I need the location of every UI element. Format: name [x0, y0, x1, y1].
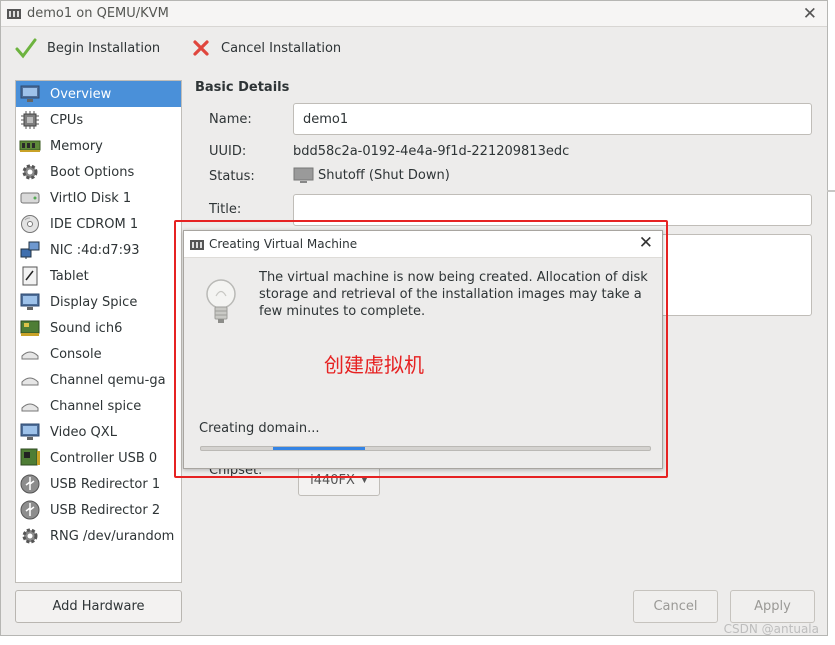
sidebar-item-label: Display Spice	[50, 294, 138, 310]
display-icon	[19, 292, 41, 312]
sidebar-item-label: CPUs	[50, 112, 84, 128]
sidebar-item[interactable]: RNG /dev/urandom	[16, 523, 181, 549]
rng-icon	[19, 526, 41, 546]
sidebar-item-label: Memory	[50, 138, 103, 154]
sidebar-item-label: Overview	[50, 86, 112, 102]
cdrom-icon	[19, 214, 41, 234]
uuid-value: bdd58c2a-0192-4e4a-9f1d-221209813edc	[293, 144, 570, 159]
annotation-highlight-box	[174, 220, 668, 478]
video-icon	[19, 422, 41, 442]
sidebar-item[interactable]: Boot Options	[16, 159, 181, 185]
gear-icon	[19, 162, 41, 182]
sidebar-item[interactable]: USB Redirector 1	[16, 471, 181, 497]
network-icon	[19, 240, 41, 260]
close-icon[interactable]: ✕	[803, 4, 817, 24]
cancel-installation-button[interactable]: Cancel Installation	[191, 36, 341, 60]
sidebar-item-label: Console	[50, 346, 102, 362]
cancel-button[interactable]: Cancel	[633, 590, 718, 623]
shutoff-monitor-icon	[293, 167, 314, 183]
sidebar-item-label: Channel qemu-ga	[50, 372, 166, 388]
sidebar-item[interactable]: NIC :4d:d7:93	[16, 237, 181, 263]
name-label: Name:	[209, 112, 252, 127]
sidebar-item-label: USB Redirector 1	[50, 476, 161, 492]
sidebar-item-label: Boot Options	[50, 164, 135, 180]
vm-app-icon	[7, 9, 21, 19]
sidebar-item-label: USB Redirector 2	[50, 502, 161, 518]
tablet-icon	[19, 266, 41, 286]
status-display: Shutoff (Shut Down)	[293, 167, 450, 184]
sidebar-item[interactable]: Display Spice	[16, 289, 181, 315]
sidebar-item-label: VirtIO Disk 1	[50, 190, 132, 206]
usb-icon	[19, 500, 41, 520]
hardware-list: Overview CPUs Memory Boot Options VirtIO Dis…	[15, 80, 182, 583]
title-label: Title:	[209, 202, 242, 217]
sidebar-item[interactable]: Tablet	[16, 263, 181, 289]
sidebar-item-label: IDE CDROM 1	[50, 216, 139, 232]
console-icon	[19, 344, 41, 364]
sidebar-item-label: Channel spice	[50, 398, 142, 414]
sidebar-item-label: NIC :4d:d7:93	[50, 242, 140, 258]
watermark: CSDN @antuala	[723, 622, 819, 636]
status-value: Shutoff (Shut Down)	[318, 168, 450, 183]
sidebar-item[interactable]: IDE CDROM 1	[16, 211, 181, 237]
sidebar-item[interactable]: Channel qemu-ga	[16, 367, 181, 393]
controller-icon	[19, 448, 41, 468]
apply-button[interactable]: Apply	[730, 590, 815, 623]
sidebar-item[interactable]: Overview	[16, 81, 181, 107]
sidebar-item-label: Controller USB 0	[50, 450, 158, 466]
sidebar-item[interactable]: Memory	[16, 133, 181, 159]
begin-installation-label: Begin Installation	[47, 40, 161, 56]
sidebar-item[interactable]: Console	[16, 341, 181, 367]
uuid-label: UUID:	[209, 144, 247, 159]
name-value: demo1	[303, 111, 349, 127]
toolbar: Begin Installation Cancel Installation	[1, 28, 827, 68]
sidebar-item[interactable]: VirtIO Disk 1	[16, 185, 181, 211]
add-hardware-button[interactable]: Add Hardware	[15, 590, 182, 623]
monitor-icon	[19, 84, 41, 104]
channel-icon	[19, 370, 41, 390]
memory-icon	[19, 136, 41, 156]
begin-installation-button[interactable]: Begin Installation	[15, 36, 160, 60]
sidebar-item[interactable]: Channel spice	[16, 393, 181, 419]
sidebar-item-label: RNG /dev/urandom	[50, 528, 175, 544]
sidebar-item-label: Sound ich6	[50, 320, 123, 336]
sidebar-item[interactable]: Video QXL	[16, 419, 181, 445]
checkmark-icon	[15, 38, 37, 59]
cpu-icon	[19, 110, 41, 130]
status-label: Status:	[209, 169, 255, 184]
sidebar-item[interactable]: USB Redirector 2	[16, 497, 181, 523]
window-edge	[827, 190, 835, 192]
channel-icon	[19, 396, 41, 416]
sidebar-item-label: Video QXL	[50, 424, 117, 440]
cancel-x-icon	[193, 40, 209, 56]
sidebar-item[interactable]: CPUs	[16, 107, 181, 133]
name-field[interactable]: demo1	[293, 103, 812, 135]
basic-details-heading: Basic Details	[195, 80, 290, 95]
sidebar-item[interactable]: Controller USB 0	[16, 445, 181, 471]
sound-card-icon	[19, 318, 41, 338]
sidebar-item[interactable]: Sound ich6	[16, 315, 181, 341]
window-title: demo1 on QEMU/KVM	[27, 6, 169, 21]
usb-icon	[19, 474, 41, 494]
disk-icon	[19, 188, 41, 208]
cancel-installation-label: Cancel Installation	[221, 40, 342, 56]
sidebar-item-label: Tablet	[50, 268, 89, 284]
window-titlebar: demo1 on QEMU/KVM ✕	[1, 1, 827, 27]
